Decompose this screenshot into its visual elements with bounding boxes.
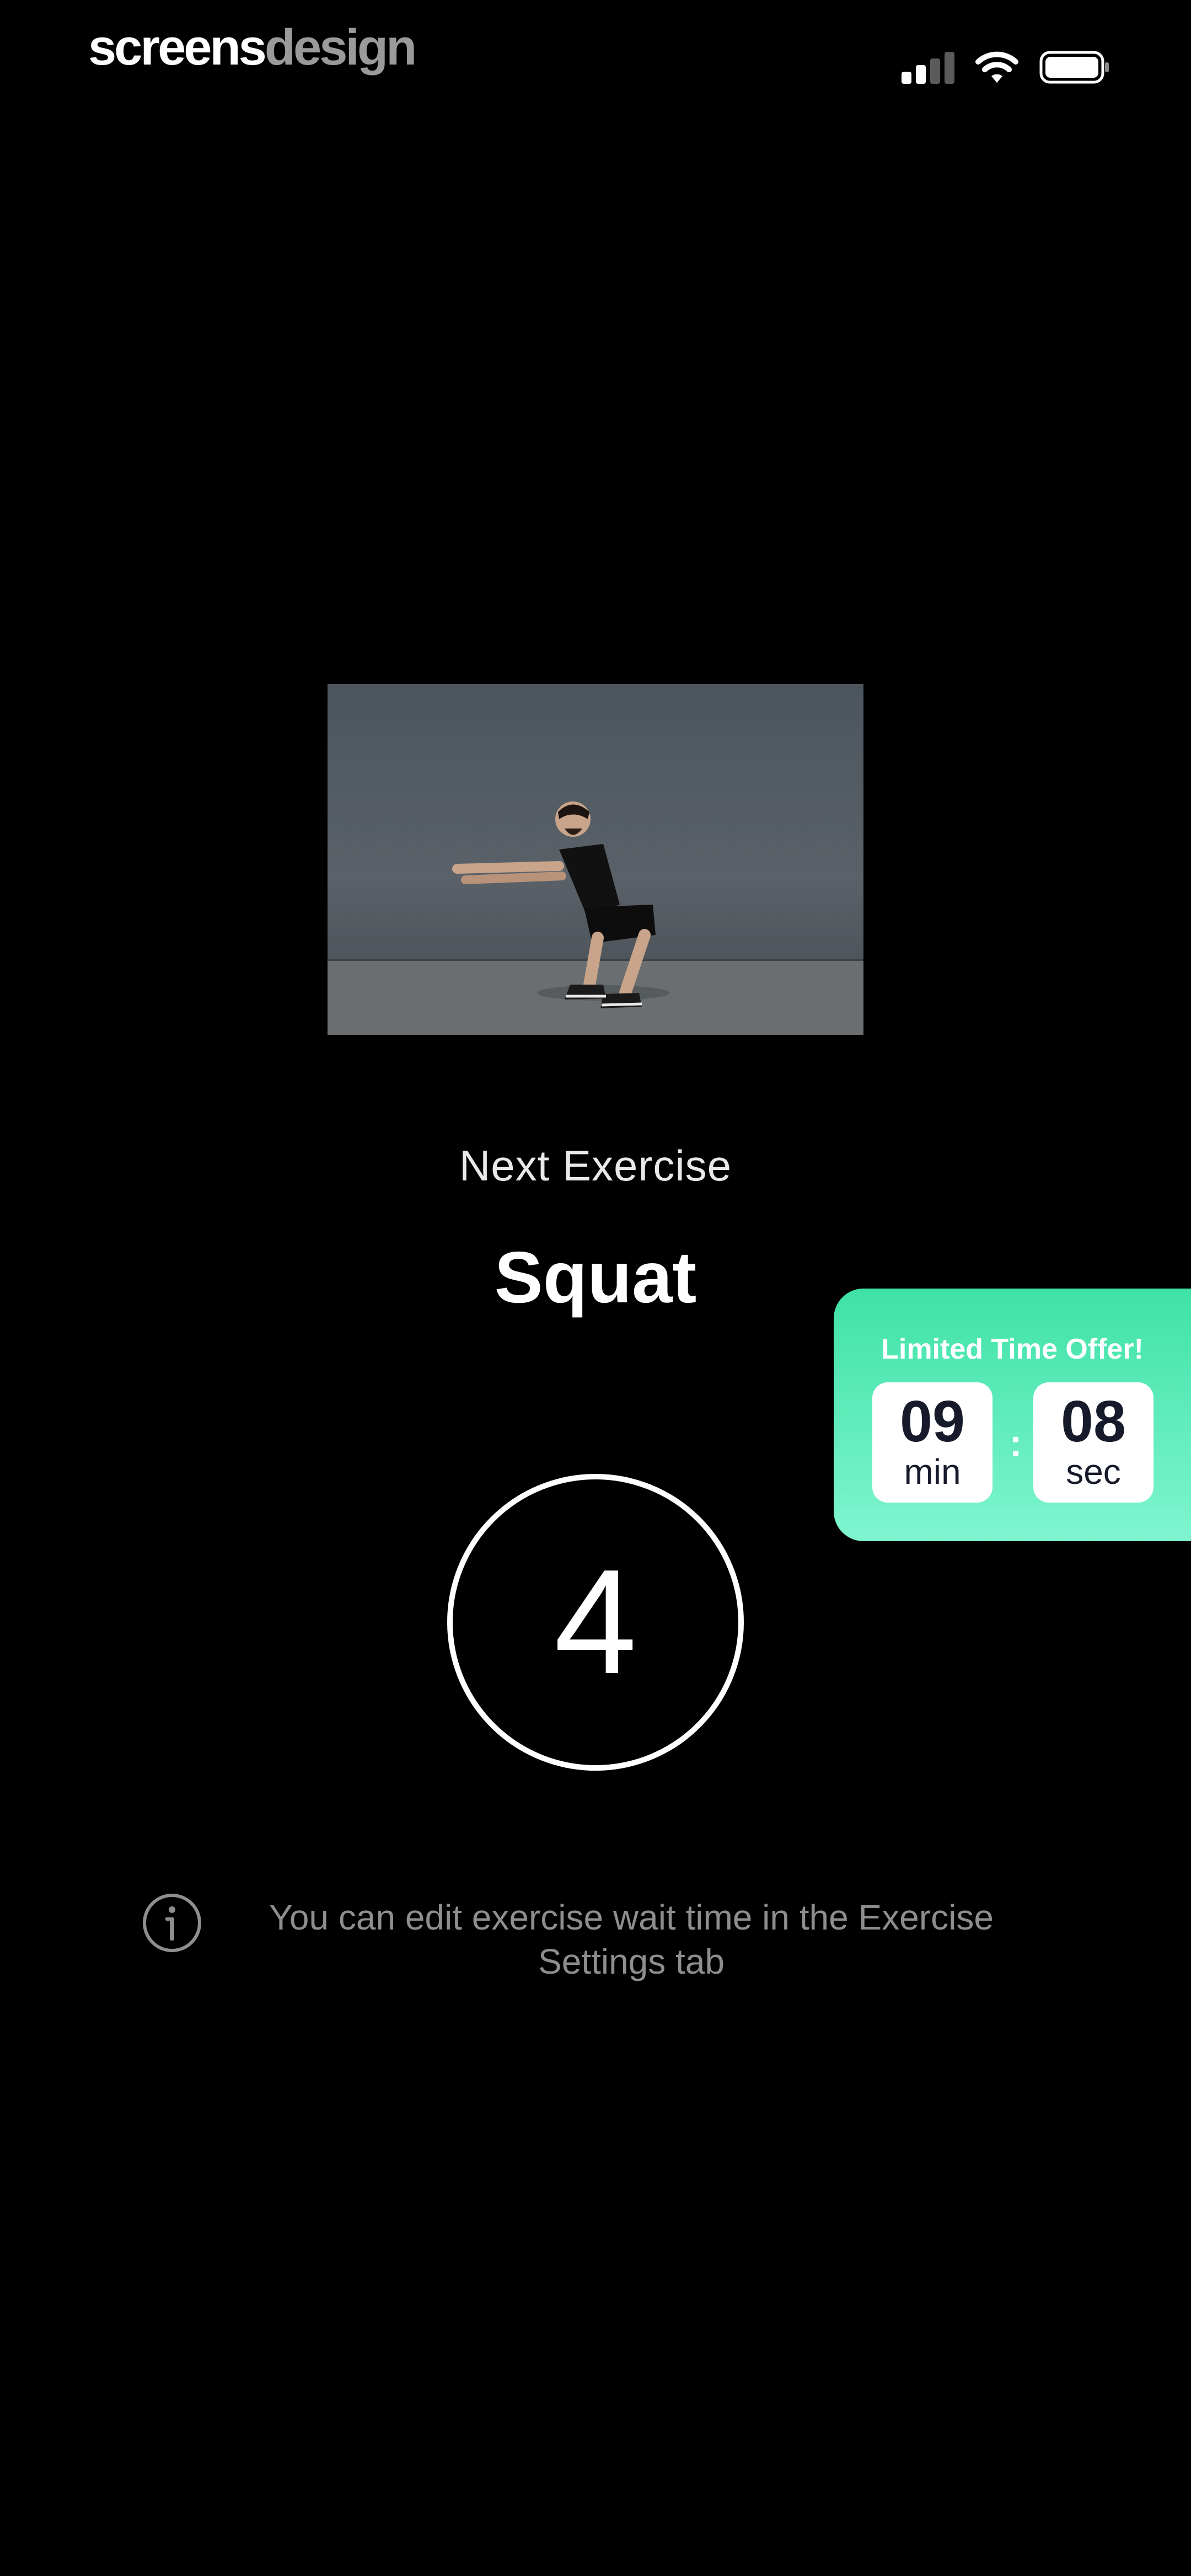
offer-minutes-box: 09 min [872, 1382, 993, 1503]
battery-icon [1039, 51, 1111, 84]
next-exercise-label: Next Exercise [459, 1141, 732, 1190]
brand-logo-part1: screens [88, 19, 267, 76]
offer-minutes-value: 09 [900, 1389, 965, 1454]
offer-minutes-unit: min [904, 1452, 961, 1492]
exercise-preview-image [328, 684, 863, 1035]
info-icon [141, 1892, 203, 1954]
countdown-value: 4 [554, 1539, 637, 1705]
wifi-icon [975, 50, 1019, 85]
offer-title: Limited Time Offer! [881, 1333, 1144, 1365]
limited-offer-badge[interactable]: Limited Time Offer! 09 min : 08 sec [834, 1289, 1191, 1541]
offer-time-separator: : [1009, 1421, 1022, 1465]
countdown-timer: 4 [447, 1474, 744, 1771]
offer-seconds-value: 08 [1061, 1389, 1126, 1454]
info-hint-text: You can edit exercise wait time in the E… [269, 1898, 994, 1981]
offer-seconds-box: 08 sec [1033, 1382, 1154, 1503]
cellular-signal-icon [902, 51, 957, 84]
offer-seconds-unit: sec [1066, 1452, 1121, 1492]
squat-figure-illustration [328, 801, 863, 1035]
brand-logo-part2: design [264, 19, 417, 76]
brand-logo: screensdesign [88, 19, 417, 76]
